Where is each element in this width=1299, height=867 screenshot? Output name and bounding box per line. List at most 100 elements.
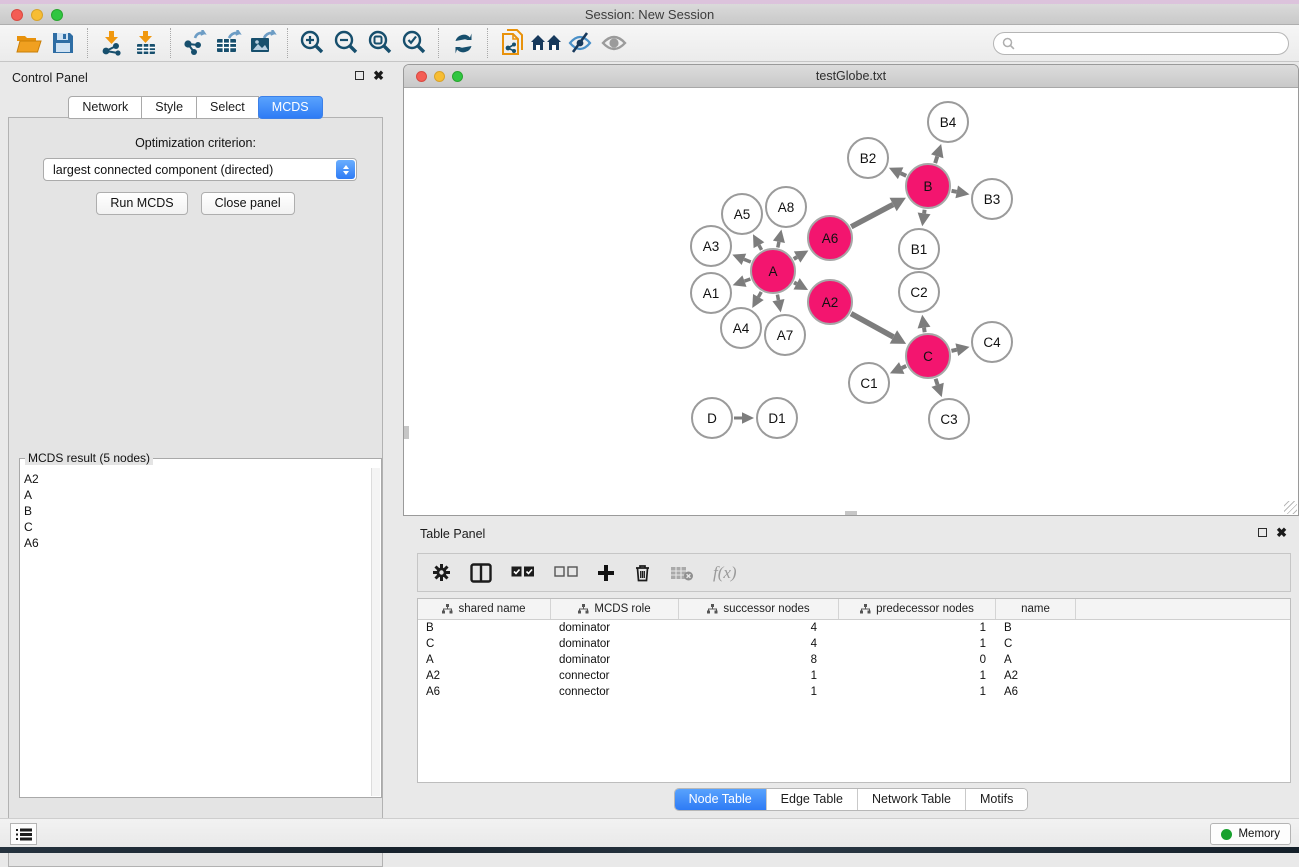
graph-node-A7[interactable]: A7 xyxy=(764,314,806,356)
select-all-columns-icon[interactable] xyxy=(511,566,535,579)
node-table[interactable]: shared name MCDS role successor nodes pr… xyxy=(417,598,1291,783)
column-header-mcds-role[interactable]: MCDS role xyxy=(551,599,679,619)
cell-mcds-role[interactable]: dominator xyxy=(551,638,679,650)
tab-node-table[interactable]: Node Table xyxy=(675,789,766,810)
export-network-icon[interactable] xyxy=(178,28,212,58)
graph-node-C[interactable]: C xyxy=(905,333,951,379)
graph-node-A3[interactable]: A3 xyxy=(690,225,732,267)
import-network-icon[interactable] xyxy=(95,28,129,58)
column-header-name[interactable]: name xyxy=(996,599,1076,619)
zoom-fit-icon[interactable] xyxy=(363,28,397,58)
window-resize-grip[interactable] xyxy=(1284,501,1297,514)
criterion-dropdown[interactable]: largest connected component (directed) xyxy=(43,158,357,181)
run-mcds-button[interactable]: Run MCDS xyxy=(96,192,187,215)
graph-node-B4[interactable]: B4 xyxy=(927,101,969,143)
zoom-in-icon[interactable] xyxy=(295,28,329,58)
vertical-scroll-indicator[interactable] xyxy=(404,426,409,439)
cell-shared-name[interactable]: A xyxy=(418,654,551,666)
result-scrollbar[interactable] xyxy=(371,468,380,796)
graph-node-C2[interactable]: C2 xyxy=(898,271,940,313)
network-window-titlebar[interactable]: testGlobe.txt xyxy=(404,65,1298,88)
column-header-shared-name[interactable]: shared name xyxy=(418,599,551,619)
graph-node-C1[interactable]: C1 xyxy=(848,362,890,404)
cell-mcds-role[interactable]: connector xyxy=(551,686,679,698)
hide-graphics-details-icon[interactable] xyxy=(563,28,597,58)
cell-mcds-role[interactable]: connector xyxy=(551,670,679,682)
cell-shared-name[interactable]: A6 xyxy=(418,686,551,698)
delete-columns-icon[interactable] xyxy=(634,563,651,582)
mcds-result-item[interactable]: C xyxy=(24,519,371,535)
export-table-icon[interactable] xyxy=(212,28,246,58)
cell-name[interactable]: A xyxy=(996,654,1076,666)
cell-mcds-role[interactable]: dominator xyxy=(551,654,679,666)
float-table-panel-icon[interactable] xyxy=(1258,528,1267,537)
create-column-icon[interactable] xyxy=(597,564,615,582)
main-titlebar[interactable]: Session: New Session xyxy=(0,4,1299,25)
graph-node-A[interactable]: A xyxy=(750,248,796,294)
cell-predecessor-nodes[interactable]: 0 xyxy=(839,654,996,666)
table-row[interactable]: A dominator 8 0 A xyxy=(418,652,1290,668)
mcds-result-item[interactable]: B xyxy=(24,503,371,519)
graph-node-C3[interactable]: C3 xyxy=(928,398,970,440)
graph-node-A5[interactable]: A5 xyxy=(721,193,763,235)
cell-shared-name[interactable]: A2 xyxy=(418,670,551,682)
show-graphics-details-icon[interactable] xyxy=(597,28,631,58)
cell-predecessor-nodes[interactable]: 1 xyxy=(839,686,996,698)
cell-predecessor-nodes[interactable]: 1 xyxy=(839,622,996,634)
zoom-out-icon[interactable] xyxy=(329,28,363,58)
column-header-successor-nodes[interactable]: successor nodes xyxy=(679,599,839,619)
graph-node-C4[interactable]: C4 xyxy=(971,321,1013,363)
new-network-from-selection-icon[interactable] xyxy=(495,28,529,58)
graph-node-A4[interactable]: A4 xyxy=(720,307,762,349)
tab-mcds[interactable]: MCDS xyxy=(258,96,323,119)
cell-shared-name[interactable]: B xyxy=(418,622,551,634)
import-table-icon[interactable] xyxy=(129,28,163,58)
tab-network-table[interactable]: Network Table xyxy=(857,789,965,810)
table-row[interactable]: A2 connector 1 1 A2 xyxy=(418,668,1290,684)
graph-node-D[interactable]: D xyxy=(691,397,733,439)
cell-shared-name[interactable]: C xyxy=(418,638,551,650)
tab-select[interactable]: Select xyxy=(196,96,259,119)
cell-name[interactable]: B xyxy=(996,622,1076,634)
float-panel-icon[interactable] xyxy=(355,71,364,80)
show-columns-icon[interactable] xyxy=(470,563,492,583)
graph-node-A1[interactable]: A1 xyxy=(690,272,732,314)
cell-name[interactable]: C xyxy=(996,638,1076,650)
graph-node-B[interactable]: B xyxy=(905,163,951,209)
close-panel-button[interactable]: Close panel xyxy=(201,192,295,215)
table-row[interactable]: A6 connector 1 1 A6 xyxy=(418,684,1290,700)
graph-node-B1[interactable]: B1 xyxy=(898,228,940,270)
network-canvas[interactable]: B4B2BB3A8A5A6A3B1AC2A1A2A4A7C4CC1C3DD1 xyxy=(404,88,1298,515)
mcds-result-item[interactable]: A2 xyxy=(24,471,371,487)
graph-node-B3[interactable]: B3 xyxy=(971,178,1013,220)
cell-successor-nodes[interactable]: 1 xyxy=(679,670,839,682)
cell-successor-nodes[interactable]: 4 xyxy=(679,638,839,650)
cybrowser-home-icon[interactable] xyxy=(529,28,563,58)
tab-style[interactable]: Style xyxy=(141,96,197,119)
graph-node-A8[interactable]: A8 xyxy=(765,186,807,228)
tab-network[interactable]: Network xyxy=(68,96,142,119)
cell-name[interactable]: A2 xyxy=(996,670,1076,682)
export-image-icon[interactable] xyxy=(246,28,280,58)
table-row[interactable]: B dominator 4 1 B xyxy=(418,620,1290,636)
graph-node-D1[interactable]: D1 xyxy=(756,397,798,439)
cell-successor-nodes[interactable]: 8 xyxy=(679,654,839,666)
column-header-predecessor-nodes[interactable]: predecessor nodes xyxy=(839,599,996,619)
tab-motifs[interactable]: Motifs xyxy=(965,789,1027,810)
graph-node-A2[interactable]: A2 xyxy=(807,279,853,325)
memory-button[interactable]: Memory xyxy=(1210,823,1291,845)
close-table-panel-icon[interactable]: ✖ xyxy=(1276,528,1287,537)
graph-node-B2[interactable]: B2 xyxy=(847,137,889,179)
task-history-button[interactable] xyxy=(10,823,37,845)
table-options-icon[interactable] xyxy=(432,563,451,582)
cell-mcds-role[interactable]: dominator xyxy=(551,622,679,634)
cell-name[interactable]: A6 xyxy=(996,686,1076,698)
open-session-icon[interactable] xyxy=(12,28,46,58)
horizontal-scroll-indicator[interactable] xyxy=(845,511,857,515)
cell-successor-nodes[interactable]: 4 xyxy=(679,622,839,634)
mcds-result-item[interactable]: A6 xyxy=(24,535,371,551)
unselect-all-columns-icon[interactable] xyxy=(554,566,578,579)
table-row[interactable]: C dominator 4 1 C xyxy=(418,636,1290,652)
cell-predecessor-nodes[interactable]: 1 xyxy=(839,638,996,650)
mcds-result-item[interactable]: A xyxy=(24,487,371,503)
